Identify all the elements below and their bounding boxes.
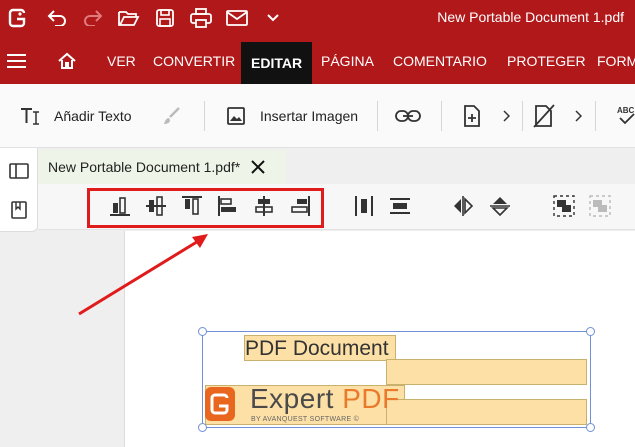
resize-handle[interactable]: [586, 423, 595, 432]
resize-handle[interactable]: [198, 423, 207, 432]
selection-box[interactable]: [202, 331, 591, 428]
resize-handle[interactable]: [586, 327, 595, 336]
resize-handle[interactable]: [198, 327, 207, 336]
